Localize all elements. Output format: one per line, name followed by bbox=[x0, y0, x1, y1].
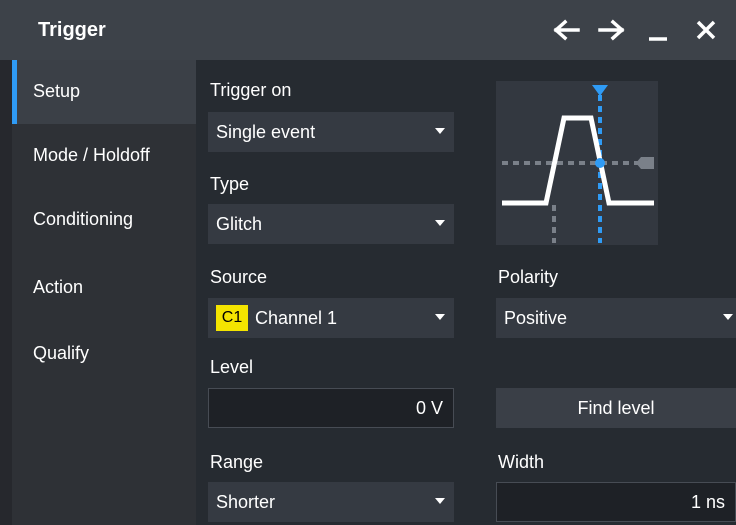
type-label: Type bbox=[210, 174, 250, 194]
trigger-on-dropdown[interactable]: Single event bbox=[208, 112, 454, 152]
sidebar-item-label: Qualify bbox=[33, 343, 90, 363]
minimize-icon[interactable] bbox=[640, 12, 676, 48]
chevron-down-icon bbox=[435, 128, 445, 134]
sidebar-item-label: Action bbox=[33, 277, 84, 297]
width-input[interactable]: 1 ns bbox=[496, 482, 736, 522]
find-level-label: Find level bbox=[577, 398, 655, 418]
sidebar-item-setup[interactable]: Setup bbox=[12, 60, 196, 124]
sidebar-item-qualify[interactable]: Qualify bbox=[12, 322, 196, 386]
sidebar-item-label: Conditioning bbox=[33, 209, 134, 229]
polarity-dropdown[interactable]: Positive bbox=[496, 298, 736, 338]
channel-badge: C1 bbox=[216, 305, 248, 331]
glitch-positive-pulse-icon bbox=[496, 81, 658, 245]
width-label: Width bbox=[498, 452, 545, 472]
sidebar-item-conditioning[interactable]: Conditioning bbox=[12, 188, 196, 252]
trigger-dialog: Trigger Setup Mode / Holdoff Conditionin… bbox=[0, 0, 736, 525]
chevron-down-icon bbox=[435, 220, 445, 226]
polarity-label: Polarity bbox=[498, 267, 559, 287]
sidebar-item-mode-holdoff[interactable]: Mode / Holdoff bbox=[12, 124, 196, 188]
chevron-down-icon bbox=[435, 498, 445, 504]
trigger-on-value: Single event bbox=[216, 122, 316, 142]
chevron-down-icon bbox=[435, 314, 445, 320]
sidebar-item-label: Setup bbox=[33, 81, 81, 101]
type-value: Glitch bbox=[216, 214, 263, 234]
type-dropdown[interactable]: Glitch bbox=[208, 204, 454, 244]
source-value: Channel 1 bbox=[255, 308, 338, 328]
range-value: Shorter bbox=[216, 492, 276, 512]
arrow-right-icon[interactable] bbox=[592, 12, 628, 48]
sidebar-item-action[interactable]: Action bbox=[12, 256, 196, 320]
chevron-down-icon bbox=[723, 314, 733, 320]
find-level-button[interactable]: Find level bbox=[496, 388, 736, 428]
sidebar-item-label: Mode / Holdoff bbox=[33, 145, 150, 165]
arrow-left-icon[interactable] bbox=[550, 12, 586, 48]
width-value: 1 ns bbox=[690, 492, 725, 512]
title-bar: Trigger bbox=[0, 0, 736, 60]
polarity-value: Positive bbox=[504, 308, 568, 328]
trigger-on-label: Trigger on bbox=[210, 80, 292, 100]
source-label: Source bbox=[210, 267, 268, 287]
range-label: Range bbox=[210, 452, 264, 472]
level-value: 0 V bbox=[415, 398, 443, 418]
sidebar: Setup Mode / Holdoff Conditioning Action… bbox=[12, 60, 196, 525]
level-input[interactable]: 0 V bbox=[208, 388, 454, 428]
source-dropdown[interactable]: C1 Channel 1 bbox=[208, 298, 454, 338]
range-dropdown[interactable]: Shorter bbox=[208, 482, 454, 522]
dialog-title: Trigger bbox=[38, 19, 106, 41]
level-label: Level bbox=[210, 357, 254, 377]
close-icon[interactable] bbox=[688, 12, 724, 48]
